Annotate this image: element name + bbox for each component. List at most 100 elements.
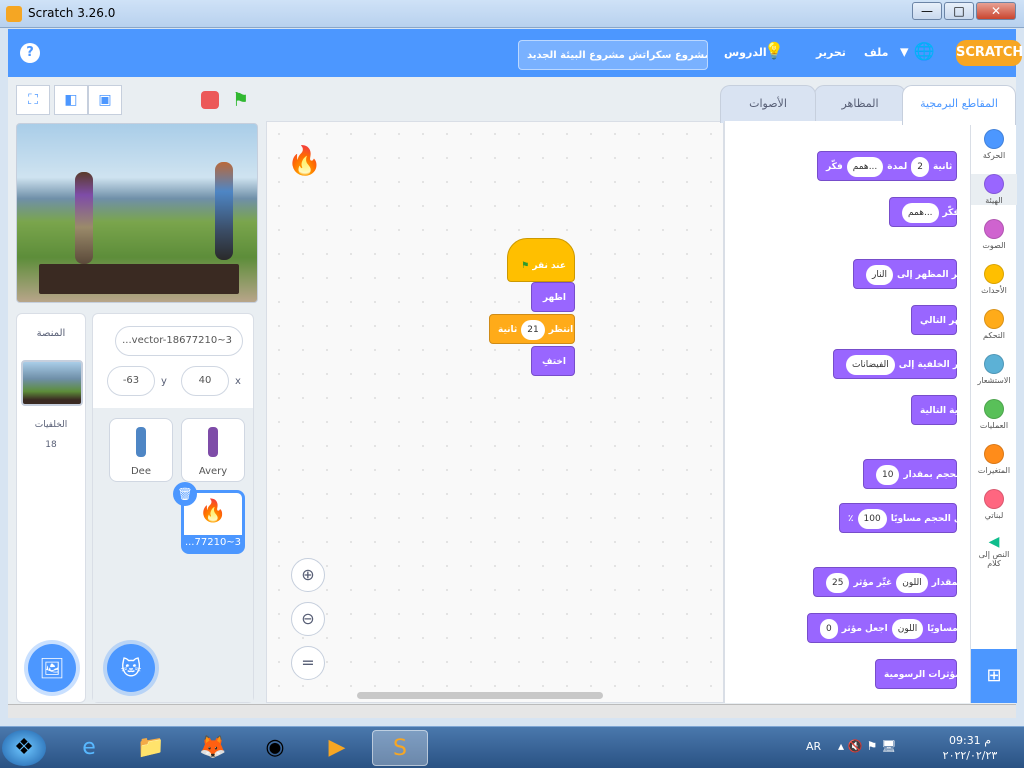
- think-for-secs-block[interactable]: ثانية2لمدةهمم...فكّر: [817, 151, 957, 181]
- sprite-x-input[interactable]: 40: [181, 366, 229, 396]
- set-size-input[interactable]: 100: [857, 508, 887, 529]
- chrome-icon[interactable]: ◉: [250, 730, 300, 766]
- category-sensing[interactable]: الاستشعار: [971, 354, 1017, 385]
- zoom-in-icon[interactable]: ⊕: [291, 558, 325, 592]
- operators-dot-icon: [984, 399, 1004, 419]
- motion-dot-icon: [984, 129, 1004, 149]
- myblocks-dot-icon: [984, 489, 1004, 509]
- change-effect-block[interactable]: 25 بمقداراللونغيِّر مؤثر: [813, 567, 961, 597]
- edit-menu[interactable]: تحرير: [816, 46, 846, 59]
- scratch-taskbar-icon[interactable]: S: [372, 730, 428, 766]
- category-sound[interactable]: الصوت: [971, 219, 1017, 250]
- costume-dropdown[interactable]: النار: [866, 264, 894, 285]
- tab-costumes[interactable]: المظاهر: [814, 85, 906, 123]
- think-text-input[interactable]: همم...: [902, 202, 939, 223]
- show-block[interactable]: اظهر: [531, 282, 575, 312]
- window-horizontal-scrollbar[interactable]: [8, 704, 1016, 718]
- sprite-avery-figure[interactable]: [75, 172, 93, 264]
- category-motion[interactable]: الحركة: [971, 129, 1017, 160]
- large-stage-icon[interactable]: ▣: [88, 85, 122, 115]
- sprite-dee-figure[interactable]: [215, 162, 233, 260]
- backdrop-thumbnail[interactable]: [21, 360, 83, 406]
- category-label: الاستشعار: [977, 376, 1011, 385]
- category-text-to-speech[interactable]: ◀ النص إلى كلام: [971, 534, 1017, 568]
- effect-dropdown[interactable]: اللون: [896, 572, 928, 593]
- switch-costume-block[interactable]: النار غيِّر المظهر إلى: [853, 259, 967, 289]
- project-title-input[interactable]: مشروع سكراتش مشروع البيئة الجديد: [518, 40, 708, 70]
- wait-seconds-input[interactable]: 21: [521, 319, 545, 340]
- clock-time: 09:31 م: [948, 734, 991, 747]
- sprite-tile-dee[interactable]: Dee: [109, 418, 173, 482]
- think-secs-input[interactable]: 2: [911, 156, 929, 177]
- tray-icons[interactable]: ▴ 🔇 ⚑ 🖥: [838, 739, 896, 753]
- close-button[interactable]: ✕: [976, 2, 1016, 20]
- sprite-tile-avery[interactable]: Avery: [181, 418, 245, 482]
- set-effect-input[interactable]: 0: [820, 618, 838, 639]
- scratch-logo[interactable]: SCRATCH: [956, 40, 1023, 66]
- start-button[interactable]: ❖: [2, 730, 46, 766]
- tab-code[interactable]: المقاطع البرمجية: [902, 85, 1016, 125]
- when-flag-clicked-block[interactable]: ⚑ عند نقر: [507, 238, 575, 282]
- think-text-input[interactable]: همم...: [846, 156, 884, 177]
- backdrop-dropdown[interactable]: الفيضانات: [846, 354, 895, 375]
- wait-block[interactable]: انتظر21ثانية: [489, 314, 575, 344]
- set-effect-label: اجعل مؤثر: [841, 624, 888, 634]
- minimize-button[interactable]: —: [912, 2, 942, 20]
- stage-selector[interactable]: المنصة الخلفيات 18 🖼: [16, 313, 86, 703]
- help-icon[interactable]: ?: [20, 43, 40, 63]
- taskbar-clock[interactable]: 09:31 م ٢٠٢٢/٠٢/٢٣: [940, 733, 1000, 763]
- maximize-button[interactable]: □: [944, 2, 974, 20]
- set-effect-block[interactable]: 0 مساويًااللوناجعل مؤثر: [807, 613, 958, 643]
- firefox-icon[interactable]: 🦊: [188, 730, 238, 766]
- add-extension-icon[interactable]: ⊞: [971, 649, 1017, 703]
- set-size-block[interactable]: ٪ 100 اجعل الحجم مساويًا: [839, 503, 970, 533]
- category-my-blocks[interactable]: لبناتي: [971, 489, 1017, 520]
- window-title: Scratch 3.26.0: [28, 6, 116, 20]
- next-backdrop-block[interactable]: الخلفية التالية: [911, 395, 970, 425]
- set-effect-mid: مساويًا: [927, 624, 958, 634]
- choose-backdrop-icon[interactable]: 🖼: [28, 644, 76, 692]
- category-label: الأحداث: [981, 286, 1007, 295]
- delete-sprite-icon[interactable]: 🗑: [173, 482, 197, 506]
- language-indicator[interactable]: AR: [806, 740, 821, 753]
- sprite-y-input[interactable]: -63: [107, 366, 155, 396]
- switch-backdrop-block[interactable]: الفيضانات غيِّر الخلفية إلى: [833, 349, 968, 379]
- file-menu[interactable]: ملف: [864, 46, 888, 59]
- file-explorer-icon[interactable]: 📁: [126, 730, 176, 766]
- change-size-block[interactable]: 10غيِّر الحجم بمقدار: [863, 459, 970, 489]
- next-costume-block[interactable]: المظهر التالي: [911, 305, 970, 335]
- stage-canvas[interactable]: [16, 123, 258, 303]
- category-operators[interactable]: العمليات: [971, 399, 1017, 430]
- tab-costumes-label: المظاهر: [841, 97, 879, 110]
- category-label: الهيئة: [985, 196, 1003, 205]
- fullscreen-icon[interactable]: ⛶: [16, 85, 50, 115]
- category-variables[interactable]: المتغيرات: [971, 444, 1017, 475]
- script-area-scrollbar[interactable]: [357, 692, 603, 699]
- small-stage-icon[interactable]: ◧: [54, 85, 88, 115]
- category-events[interactable]: الأحداث: [971, 264, 1017, 295]
- category-control[interactable]: التحكم: [971, 309, 1017, 340]
- clear-effects-block[interactable]: أزل المؤثرات الرسومية: [875, 659, 970, 689]
- change-size-input[interactable]: 10: [876, 464, 900, 485]
- effect-dropdown[interactable]: اللون: [891, 618, 924, 639]
- tab-sounds[interactable]: الأصوات: [720, 85, 816, 123]
- hide-block[interactable]: اختفِ: [531, 346, 575, 376]
- think-block[interactable]: همم... فكّر: [889, 197, 959, 227]
- zoom-reset-icon[interactable]: =: [291, 646, 325, 680]
- change-effect-input[interactable]: 25: [826, 572, 850, 593]
- y-label: y: [161, 376, 167, 387]
- sprite-name-input[interactable]: vector-18677210~3...: [115, 326, 243, 356]
- choose-sprite-icon[interactable]: 🐱: [107, 644, 155, 692]
- wait-unit-label: ثانية: [498, 325, 518, 335]
- tutorials-menu[interactable]: الدروس: [724, 46, 767, 59]
- set-size-unit: ٪: [848, 514, 854, 524]
- category-looks[interactable]: الهيئة: [971, 174, 1017, 205]
- stop-button[interactable]: [201, 91, 219, 109]
- green-flag-button[interactable]: ⚑: [232, 89, 249, 111]
- zoom-out-icon[interactable]: ⊖: [291, 602, 325, 636]
- globe-language-icon[interactable]: ▾ 🌐: [900, 42, 935, 62]
- think-unit: ثانية: [932, 162, 953, 172]
- script-area[interactable]: 🔥 ⚑ عند نقر اظهر انتظر21ثانية اختفِ ⊕ ⊖ …: [266, 121, 724, 703]
- media-player-icon[interactable]: ▶: [312, 730, 362, 766]
- ie-icon[interactable]: e: [64, 730, 114, 766]
